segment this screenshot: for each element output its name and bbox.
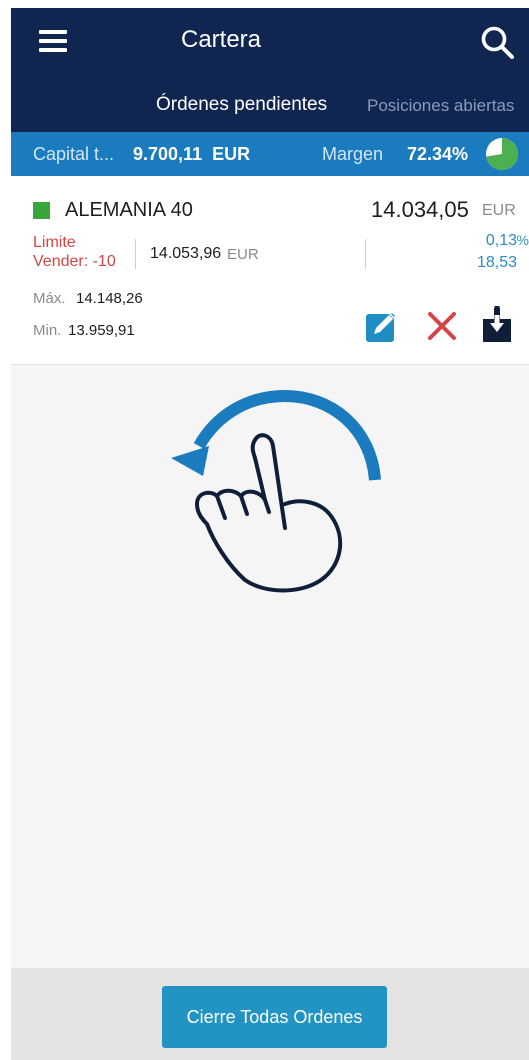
app-screen: Cartera Órdenes pendientes Posiciones ab…	[11, 8, 529, 1060]
account-summary-bar: Capital t... 9.700,11 EUR Margen 72.34%	[11, 132, 529, 176]
tab-open-positions[interactable]: Posiciones abiertas	[367, 96, 514, 116]
order-currency: EUR	[227, 246, 259, 263]
search-icon[interactable]	[479, 24, 515, 60]
max-label: Máx.	[33, 290, 66, 307]
min-label: Min.	[33, 322, 62, 339]
close-icon[interactable]	[425, 309, 459, 343]
divider	[365, 239, 366, 269]
close-all-orders-button[interactable]: Cierre Todas Ordenes	[162, 986, 387, 1048]
download-icon[interactable]	[481, 306, 513, 342]
divider	[135, 239, 136, 269]
capital-label: Capital t...	[33, 144, 115, 164]
order-side: Vender: -10	[33, 253, 116, 270]
margin-value: 72.34%	[407, 144, 469, 164]
change-percent: 0,13	[485, 232, 517, 249]
order-card[interactable]: ALEMANIA 40 14.034,05 EUR Limite Vender:…	[11, 176, 529, 365]
instrument-name: ALEMANIA 40	[65, 199, 193, 221]
edit-icon[interactable]	[365, 309, 399, 343]
percent-sign: %	[516, 232, 529, 248]
current-price: 14.034,05	[371, 197, 469, 222]
change-value: 18,53	[476, 254, 517, 271]
page-title: Cartera	[180, 26, 262, 53]
tab-pending-orders[interactable]: Órdenes pendientes	[156, 94, 327, 116]
min-value: 13.959,91	[68, 322, 135, 339]
max-value: 14.148,26	[76, 290, 143, 307]
margin-pie-icon	[486, 138, 518, 170]
order-type: Limite	[33, 234, 76, 251]
footer: Cierre Todas Ordenes	[11, 968, 529, 1060]
margin-label: Margen	[322, 144, 384, 164]
swipe-hand-icon	[171, 389, 381, 593]
price-currency: EUR	[482, 202, 516, 219]
order-price: 14.053,96	[150, 245, 222, 262]
capital-value: 9.700,11 EUR	[133, 144, 251, 164]
status-indicator	[33, 202, 50, 219]
header: Cartera Órdenes pendientes Posiciones ab…	[11, 8, 529, 132]
